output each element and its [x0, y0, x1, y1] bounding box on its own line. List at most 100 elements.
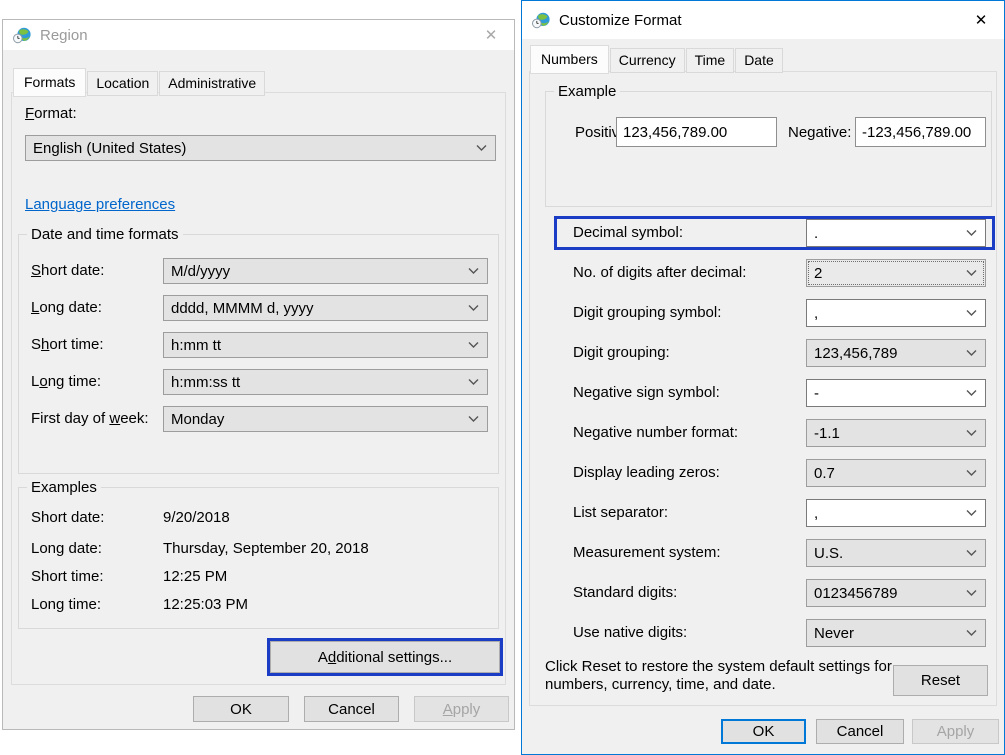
language-preferences-link[interactable]: Language preferences	[25, 196, 175, 213]
long-time-label: Long time:	[31, 373, 101, 390]
apply-button[interactable]: Apply	[414, 696, 509, 722]
decimal-symbol-row: Decimal symbol: .	[557, 219, 992, 247]
list-separator-label: List separator:	[573, 504, 668, 521]
tab-currency[interactable]: Currency	[610, 48, 685, 73]
example-long-date-value: Thursday, September 20, 2018	[163, 540, 369, 557]
use-native-digits-label: Use native digits:	[573, 624, 687, 641]
chevron-down-icon	[966, 390, 977, 397]
globe-clock-icon	[13, 27, 32, 44]
tab-numbers[interactable]: Numbers	[530, 45, 609, 74]
negative-number-format-row: Negative number format: -1.1	[557, 419, 992, 447]
use-native-digits-combo[interactable]: Never	[806, 619, 986, 647]
region-dialog: Region ✕ Formats Location Administrative…	[2, 19, 515, 730]
negative-number-format-label: Negative number format:	[573, 424, 738, 441]
region-tabstrip: Formats Location Administrative	[13, 68, 266, 96]
short-date-label: Short date:	[31, 262, 104, 279]
long-time-dropdown[interactable]: h:mm:ss tt	[163, 369, 488, 395]
measurement-system-combo[interactable]: U.S.	[806, 539, 986, 567]
date-time-formats-legend: Date and time formats	[27, 226, 183, 243]
list-separator-row: List separator: ,	[557, 499, 992, 527]
chevron-down-icon	[966, 350, 977, 357]
display-leading-zeros-label: Display leading zeros:	[573, 464, 720, 481]
digits-after-decimal-combo[interactable]: 2	[806, 259, 986, 287]
examples-legend: Examples	[27, 479, 101, 496]
long-date-row: Long date: dddd, MMMM d, yyyy	[31, 295, 488, 321]
date-time-formats-group: Date and time formats Short date: M/d/yy…	[18, 234, 499, 474]
reset-button[interactable]: Reset	[893, 665, 988, 696]
display-leading-zeros-row: Display leading zeros: 0.7	[557, 459, 992, 487]
chevron-down-icon	[966, 470, 977, 477]
formats-tab-page: Format: English (United States) Language…	[11, 92, 506, 685]
short-date-dropdown[interactable]: M/d/yyyy	[163, 258, 488, 284]
chevron-down-icon	[468, 379, 479, 386]
short-date-row: Short date: M/d/yyyy	[31, 258, 488, 284]
example-long-time-label: Long time:	[31, 596, 101, 613]
negative-number-format-combo[interactable]: -1.1	[806, 419, 986, 447]
digits-after-decimal-label: No. of digits after decimal:	[573, 264, 746, 281]
example-short-date-row: Short date: 9/20/2018	[31, 509, 488, 529]
customize-dialog-title: Customize Format	[559, 12, 682, 29]
examples-group: Examples Short date: 9/20/2018 Long date…	[18, 487, 499, 629]
negative-example-field[interactable]: -123,456,789.00	[855, 117, 986, 147]
long-time-row: Long time: h:mm:ss tt	[31, 369, 488, 395]
tab-location[interactable]: Location	[87, 71, 158, 96]
chevron-down-icon	[476, 145, 487, 152]
apply-button[interactable]: Apply	[912, 719, 999, 744]
measurement-system-label: Measurement system:	[573, 544, 721, 561]
first-day-of-week-dropdown[interactable]: Monday	[163, 406, 488, 432]
standard-digits-combo[interactable]: 0123456789	[806, 579, 986, 607]
example-short-date-label: Short date:	[31, 509, 104, 526]
digit-grouping-row: Digit grouping: 123,456,789	[557, 339, 992, 367]
short-time-dropdown[interactable]: h:mm tt	[163, 332, 488, 358]
chevron-down-icon	[468, 305, 479, 312]
format-dropdown-value: English (United States)	[33, 140, 186, 157]
chevron-down-icon	[966, 310, 977, 317]
first-day-of-week-label: First day of week:	[31, 410, 149, 427]
cancel-button[interactable]: Cancel	[304, 696, 399, 722]
digit-grouping-symbol-combo[interactable]: ,	[806, 299, 986, 327]
example-short-time-label: Short time:	[31, 568, 104, 585]
short-time-row: Short time: h:mm tt	[31, 332, 488, 358]
digit-grouping-combo[interactable]: 123,456,789	[806, 339, 986, 367]
digit-grouping-label: Digit grouping:	[573, 344, 670, 361]
ok-button[interactable]: OK	[721, 719, 806, 744]
region-footer: OK Cancel Apply	[3, 696, 514, 722]
chevron-down-icon	[468, 342, 479, 349]
example-long-time-value: 12:25:03 PM	[163, 596, 248, 613]
negative-label: Negative:	[788, 124, 851, 141]
measurement-system-row: Measurement system: U.S.	[557, 539, 992, 567]
display-leading-zeros-combo[interactable]: 0.7	[806, 459, 986, 487]
decimal-symbol-combo[interactable]: .	[806, 219, 986, 247]
chevron-down-icon	[966, 510, 977, 517]
region-titlebar: Region ✕	[3, 20, 514, 50]
standard-digits-row: Standard digits: 0123456789	[557, 579, 992, 607]
chevron-down-icon	[468, 268, 479, 275]
number-settings-rows: Decimal symbol: . No. of digits after de…	[557, 219, 992, 659]
tab-time[interactable]: Time	[686, 48, 735, 73]
negative-sign-symbol-row: Negative sign symbol: -	[557, 379, 992, 407]
chevron-down-icon	[966, 630, 977, 637]
chevron-down-icon	[468, 416, 479, 423]
digits-after-decimal-row: No. of digits after decimal: 2	[557, 259, 992, 287]
reset-note: Click Reset to restore the system defaul…	[545, 658, 905, 694]
positive-example-field[interactable]: 123,456,789.00	[616, 117, 777, 147]
tab-administrative[interactable]: Administrative	[159, 71, 265, 96]
region-dialog-title: Region	[40, 27, 88, 44]
close-icon[interactable]: ✕	[468, 20, 514, 50]
list-separator-combo[interactable]: ,	[806, 499, 986, 527]
use-native-digits-row: Use native digits: Never	[557, 619, 992, 647]
ok-button[interactable]: OK	[193, 696, 289, 722]
cancel-button[interactable]: Cancel	[816, 719, 904, 744]
customize-tabstrip: Numbers Currency Time Date	[530, 45, 784, 73]
example-long-date-label: Long date:	[31, 540, 102, 557]
chevron-down-icon	[966, 230, 977, 237]
additional-settings-button[interactable]: Additional settings...	[270, 641, 500, 673]
long-date-dropdown[interactable]: dddd, MMMM d, yyyy	[163, 295, 488, 321]
close-icon[interactable]: ✕	[958, 1, 1004, 39]
example-short-time-row: Short time: 12:25 PM	[31, 568, 488, 588]
tab-date[interactable]: Date	[735, 48, 783, 73]
negative-sign-symbol-combo[interactable]: -	[806, 379, 986, 407]
globe-clock-icon	[532, 12, 551, 29]
tab-formats[interactable]: Formats	[13, 68, 86, 97]
format-dropdown[interactable]: English (United States)	[25, 135, 496, 161]
